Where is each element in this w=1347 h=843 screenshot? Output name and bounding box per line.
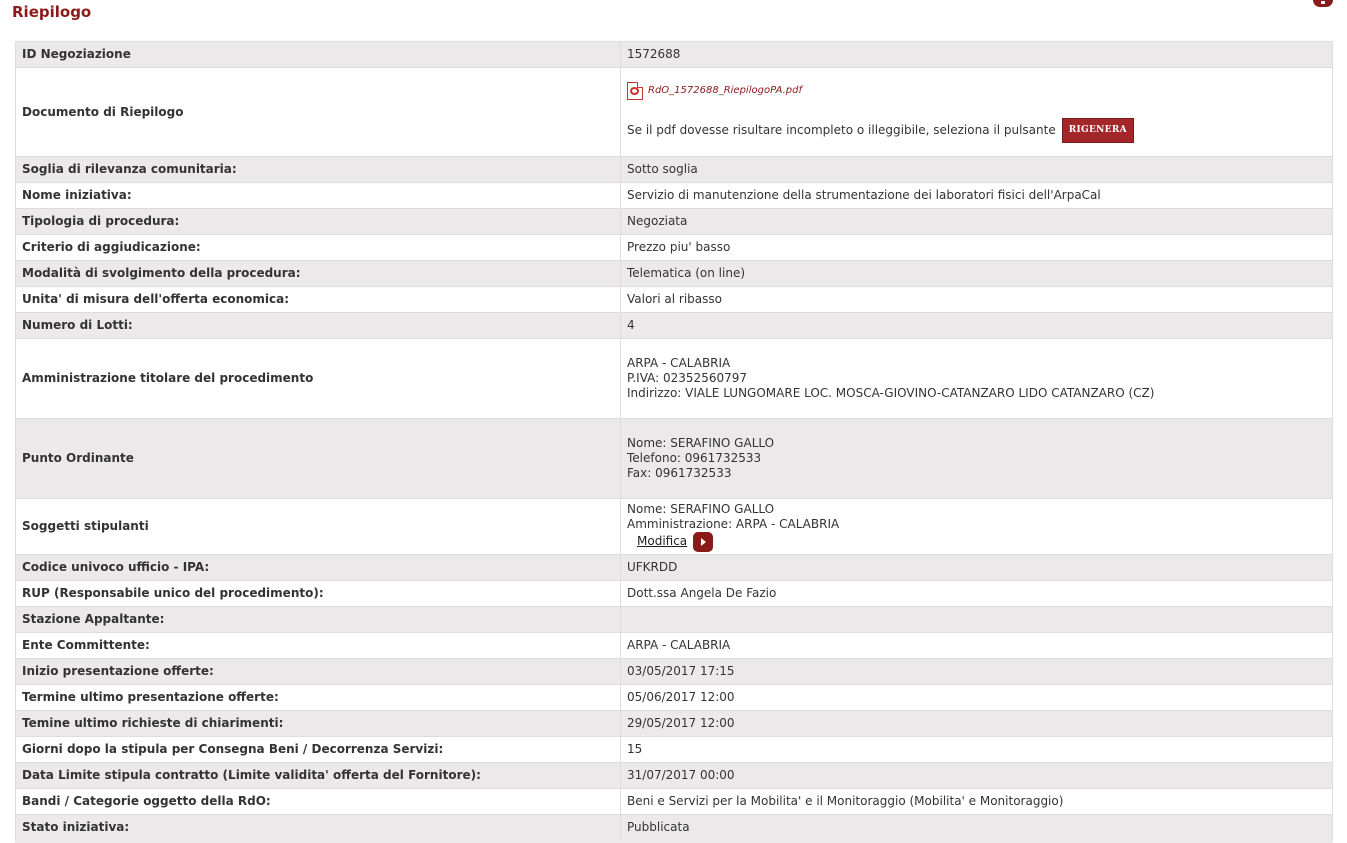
table-row: Criterio di aggiudicazione: Prezzo piu' … — [15, 234, 1333, 261]
amministrazione-details: ARPA - CALABRIA P.IVA: 02352560797 Indir… — [627, 356, 1326, 401]
row-label: Soglia di rilevanza comunitaria: — [15, 156, 621, 183]
regen-note: Se il pdf dovesse risultare incompleto o… — [627, 122, 1056, 137]
row-value: Telematica (on line) — [620, 260, 1333, 287]
row-label: Nome iniziativa: — [15, 182, 621, 209]
row-value: Negoziata — [620, 208, 1333, 235]
soggetti-name: Nome: SERAFINO GALLO — [627, 501, 775, 516]
row-value: Pubblicata — [620, 814, 1333, 841]
row-label: Soggetti stipulanti — [15, 498, 621, 555]
table-row: RUP (Responsabile unico del procedimento… — [15, 580, 1333, 607]
soggetti-amministrazione: Amministrazione: ARPA - CALABRIA — [627, 516, 840, 531]
row-value: Prezzo piu' basso — [620, 234, 1333, 261]
modifica-line: Modifica — [627, 531, 1326, 552]
soggetti-details: Nome: SERAFINO GALLO Amministrazione: AR… — [627, 502, 1326, 532]
table-row: Punto Ordinante Nome: SERAFINO GALLO Tel… — [15, 418, 1333, 499]
row-label: ID Negoziazione — [15, 41, 621, 68]
row-value: 4 — [620, 312, 1333, 339]
row-label: Inizio presentazione offerte: — [15, 658, 621, 685]
row-label: Stato iniziativa: — [15, 814, 621, 841]
table-row: Giorni dopo la stipula per Consegna Beni… — [15, 736, 1333, 763]
print-icon[interactable] — [1313, 0, 1333, 7]
amministrazione-piva: P.IVA: 02352560797 — [627, 371, 747, 385]
page-title: Riepilogo — [12, 3, 92, 21]
table-row: Soglia di rilevanza comunitaria: Sotto s… — [15, 156, 1333, 183]
row-value: 1572688 — [620, 41, 1333, 68]
row-label: Tipologia di procedura: — [15, 208, 621, 235]
row-value: Sotto soglia — [620, 156, 1333, 183]
table-row: Ente Committente: ARPA - CALABRIA — [15, 632, 1333, 659]
row-value: Beni e Servizi per la Mobilita' e il Mon… — [620, 788, 1333, 815]
row-label: Numero di Lotti: — [15, 312, 621, 339]
table-row: Amministrazione titolare del procediment… — [15, 338, 1333, 419]
regenerate-button[interactable]: RIGENERA — [1061, 117, 1134, 143]
table-row: Soggetti stipulanti Nome: SERAFINO GALLO… — [15, 498, 1333, 555]
row-value: Dott.ssa Angela De Fazio — [620, 580, 1333, 607]
table-row: Stazione Appaltante: — [15, 606, 1333, 633]
row-value: Valori al ribasso — [620, 286, 1333, 313]
row-value: ARPA - CALABRIA P.IVA: 02352560797 Indir… — [620, 338, 1333, 419]
row-value: 15 — [620, 736, 1333, 763]
table-row: Temine ultimo richieste di chiarimenti: … — [15, 710, 1333, 737]
row-label: Giorni dopo la stipula per Consegna Beni… — [15, 736, 621, 763]
row-label: Data Limite stipula contratto (Limite va… — [15, 762, 621, 789]
row-label: Stazione Appaltante: — [15, 606, 621, 633]
row-label: Codice univoco ufficio - IPA: — [15, 554, 621, 581]
row-value: 29/05/2017 12:00 — [620, 710, 1333, 737]
row-label: Modalità di svolgimento della procedura: — [15, 260, 621, 287]
row-label: Unita' di misura dell'offerta economica: — [15, 286, 621, 313]
pdf-icon — [627, 81, 643, 100]
table-row: Unita' di misura dell'offerta economica:… — [15, 286, 1333, 313]
punto-ordinante-details: Nome: SERAFINO GALLO Telefono: 096173253… — [627, 436, 1326, 481]
table-row: Stato iniziativa: Pubblicata — [15, 814, 1333, 841]
arrow-right-icon[interactable] — [693, 531, 714, 552]
punto-ordinante-phone: Telefono: 0961732533 — [627, 451, 762, 465]
row-label: Bandi / Categorie oggetto della RdO: — [15, 788, 621, 815]
row-value: ARPA - CALABRIA — [620, 632, 1333, 659]
table-row: Codice univoco ufficio - IPA: UFKRDD — [15, 554, 1333, 581]
row-value: Servizio di manutenzione della strumenta… — [620, 182, 1333, 209]
table-row: Numero di Lotti: 4 — [15, 312, 1333, 339]
row-label: Temine ultimo richieste di chiarimenti: — [15, 710, 621, 737]
row-value: Nome: SERAFINO GALLO Telefono: 096173253… — [620, 418, 1333, 499]
pdf-line: RdO_1572688_RiepilogoPA.pdf — [627, 81, 1326, 100]
amministrazione-name: ARPA - CALABRIA — [627, 356, 731, 370]
table-row: Bandi / Categorie oggetto della RdO: Ben… — [15, 788, 1333, 815]
row-label: Punto Ordinante — [15, 418, 621, 499]
row-value: 31/07/2017 00:00 — [620, 762, 1333, 789]
regen-line: Se il pdf dovesse risultare incompleto o… — [627, 117, 1326, 143]
table-row: Data Limite stipula contratto (Limite va… — [15, 762, 1333, 789]
row-value — [620, 606, 1333, 633]
amministrazione-address: Indirizzo: VIALE LUNGOMARE LOC. MOSCA-GI… — [627, 386, 1155, 400]
row-label: Termine ultimo presentazione offerte: — [15, 684, 621, 711]
row-label: Ente Committente: — [15, 632, 621, 659]
row-value: 05/06/2017 12:00 — [620, 684, 1333, 711]
table-row: Documento di Riepilogo RdO_1572688_Riepi… — [15, 67, 1333, 157]
row-label: Amministrazione titolare del procediment… — [15, 338, 621, 419]
row-label: Documento di Riepilogo — [15, 67, 621, 157]
row-label: Criterio di aggiudicazione: — [15, 234, 621, 261]
summary-table: ID Negoziazione 1572688 Documento di Rie… — [15, 41, 1333, 841]
punto-ordinante-name: Nome: SERAFINO GALLO — [627, 436, 775, 450]
pdf-download-link[interactable]: RdO_1572688_RiepilogoPA.pdf — [648, 83, 802, 98]
table-row: Modalità di svolgimento della procedura:… — [15, 260, 1333, 287]
row-label: RUP (Responsabile unico del procedimento… — [15, 580, 621, 607]
table-row: Inizio presentazione offerte: 03/05/2017… — [15, 658, 1333, 685]
row-value: 03/05/2017 17:15 — [620, 658, 1333, 685]
row-value: RdO_1572688_RiepilogoPA.pdf Se il pdf do… — [620, 67, 1333, 157]
table-row: Tipologia di procedura: Negoziata — [15, 208, 1333, 235]
punto-ordinante-fax: Fax: 0961732533 — [627, 466, 732, 480]
row-value: Nome: SERAFINO GALLO Amministrazione: AR… — [620, 498, 1333, 555]
table-row: ID Negoziazione 1572688 — [15, 41, 1333, 68]
row-value: UFKRDD — [620, 554, 1333, 581]
modifica-link[interactable]: Modifica — [637, 534, 687, 549]
table-row: Termine ultimo presentazione offerte: 05… — [15, 684, 1333, 711]
table-row: Nome iniziativa: Servizio di manutenzion… — [15, 182, 1333, 209]
